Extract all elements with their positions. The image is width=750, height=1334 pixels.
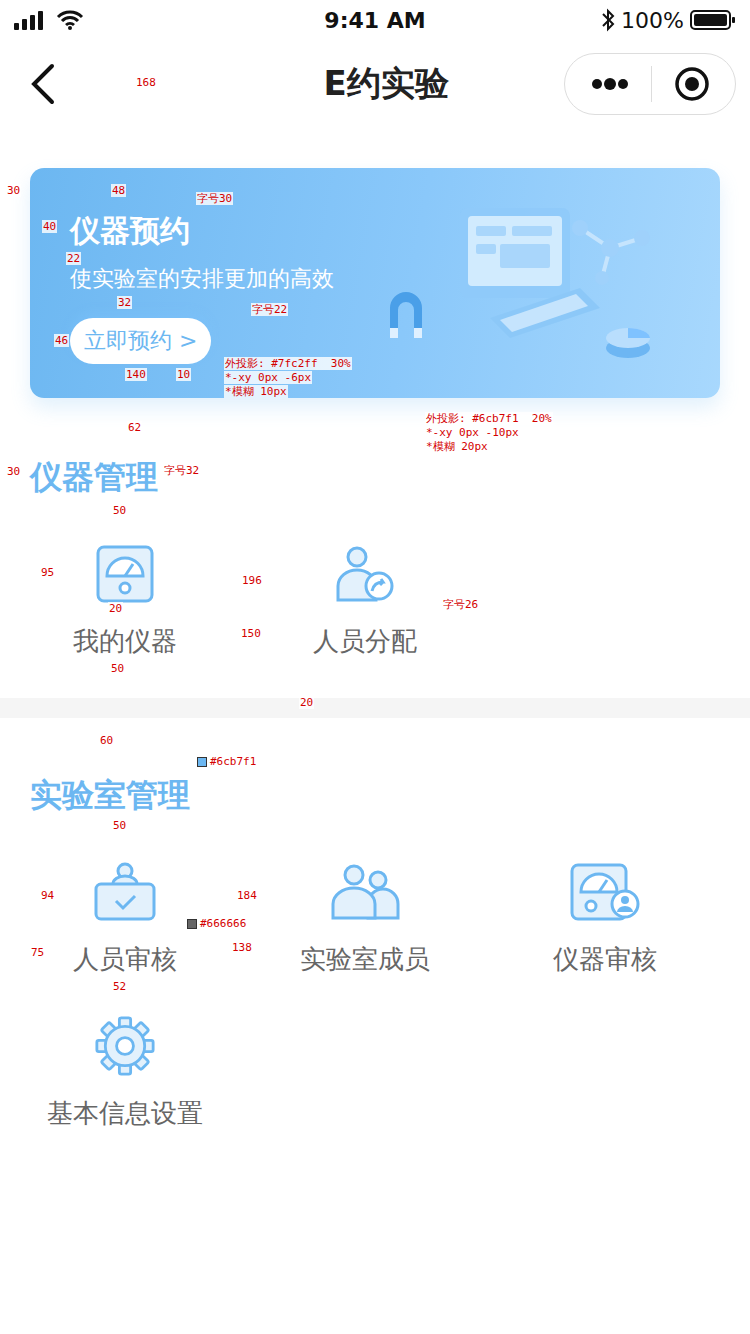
menu-item-label: 基本信息设置 — [47, 1096, 203, 1130]
status-time: 9:41 AM — [324, 8, 425, 33]
gear-icon — [93, 1016, 157, 1076]
meter-person-icon — [569, 862, 641, 922]
spec-annotation: 50 — [112, 504, 127, 517]
spec-annotation: 30 — [6, 465, 21, 478]
section-divider — [0, 698, 750, 718]
more-icon[interactable] — [590, 77, 630, 91]
menu-item-label: 仪器审核 — [553, 942, 657, 976]
spec-annotation: 20 — [108, 602, 123, 615]
spec-annotation: 150 — [240, 627, 262, 640]
spec-annotation: 字号22 — [251, 303, 288, 316]
spec-annotation: 10 — [176, 368, 191, 381]
banner-title: 仪器预约 — [70, 214, 680, 248]
spec-annotation: 168 — [135, 76, 157, 89]
spec-annotation: 外投影: #6cb7f1 20% — [425, 412, 553, 425]
menu-item[interactable]: 仪器审核 — [485, 862, 725, 976]
signal-icon — [14, 10, 48, 30]
spec-annotation: #666666 — [186, 917, 247, 930]
wifi-icon — [56, 10, 84, 30]
menu-item[interactable]: 实验室成员 — [245, 862, 485, 976]
spec-annotation: #6cb7f1 — [196, 755, 257, 768]
spec-annotation: *模糊 20px — [425, 440, 489, 453]
spec-annotation: 字号26 — [442, 598, 479, 611]
spec-annotation: 40 — [42, 220, 57, 233]
spec-annotation: 30 — [6, 184, 21, 197]
menu-item-label: 人员分配 — [313, 624, 417, 658]
bluetooth-icon — [601, 8, 615, 32]
mini-program-capsule — [564, 53, 736, 115]
spec-annotation: 52 — [112, 980, 127, 993]
spec-annotation: 46 — [54, 334, 69, 347]
spec-annotation: 184 — [236, 889, 258, 902]
banner-subtitle: 使实验室的安排更加的高效 — [70, 266, 680, 292]
color-swatch — [197, 757, 207, 767]
spec-annotation: 外投影: #7fc2ff 30% — [224, 357, 352, 370]
menu-item-label: 人员审核 — [73, 942, 177, 976]
menu-item[interactable]: 基本信息设置 — [5, 1016, 245, 1130]
section-title: 仪器管理 — [0, 460, 750, 494]
spec-annotation: 22 — [66, 252, 81, 265]
spec-annotation: 50 — [110, 662, 125, 675]
spec-annotation: 50 — [112, 819, 127, 832]
people-icon — [328, 862, 402, 922]
spec-annotation: *模糊 10px — [224, 385, 288, 398]
spec-annotation: 94 — [40, 889, 55, 902]
spec-annotation: 196 — [241, 574, 263, 587]
battery-icon — [690, 9, 736, 31]
spec-annotation: 字号30 — [196, 192, 233, 205]
menu-item-label: 实验室成员 — [300, 942, 430, 976]
spec-annotation: 60 — [99, 734, 114, 747]
spec-annotation: *-xy 0px -10px — [425, 426, 520, 439]
spec-annotation: 20 — [299, 696, 314, 709]
lab-illustration-icon — [380, 188, 680, 388]
person-check-icon — [93, 862, 157, 922]
battery-level: 100% — [621, 8, 684, 33]
spec-annotation: 48 — [111, 184, 126, 197]
spec-annotation: 95 — [40, 566, 55, 579]
spec-annotation: 140 — [125, 368, 147, 381]
spec-annotation: 32 — [117, 296, 132, 309]
spec-annotation: *-xy 0px -6px — [224, 371, 312, 384]
spec-annotation: 62 — [127, 421, 142, 434]
spec-annotation: 138 — [231, 941, 253, 954]
menu-section: 实验室管理人员审核 实验室成员 仪器审核基本信息设置 — [0, 778, 750, 1170]
section-title: 实验室管理 — [0, 778, 750, 812]
status-bar: 9:41 AM 100% — [0, 0, 750, 40]
nav-bar: E约实验 — [0, 40, 750, 128]
app-screen: 9:41 AM 100% E约实验仪器预约使实验室的安排更加的高效立即预约 > 仪器管… — [0, 0, 750, 1334]
menu-item-label: 我的仪器 — [73, 624, 177, 658]
meter-icon — [95, 544, 155, 604]
menu-item[interactable]: 我的仪器 — [5, 544, 245, 658]
booking-banner: 仪器预约使实验室的安排更加的高效立即预约 > — [30, 168, 720, 398]
nav-title: E约实验 — [58, 61, 564, 107]
color-swatch — [187, 919, 197, 929]
close-target-icon[interactable] — [674, 66, 710, 102]
spec-annotation: 字号32 — [163, 464, 200, 477]
book-now-button[interactable]: 立即预约 > — [70, 318, 211, 364]
person-share-icon — [333, 544, 397, 604]
back-icon[interactable] — [28, 62, 58, 106]
spec-annotation: 75 — [30, 946, 45, 959]
